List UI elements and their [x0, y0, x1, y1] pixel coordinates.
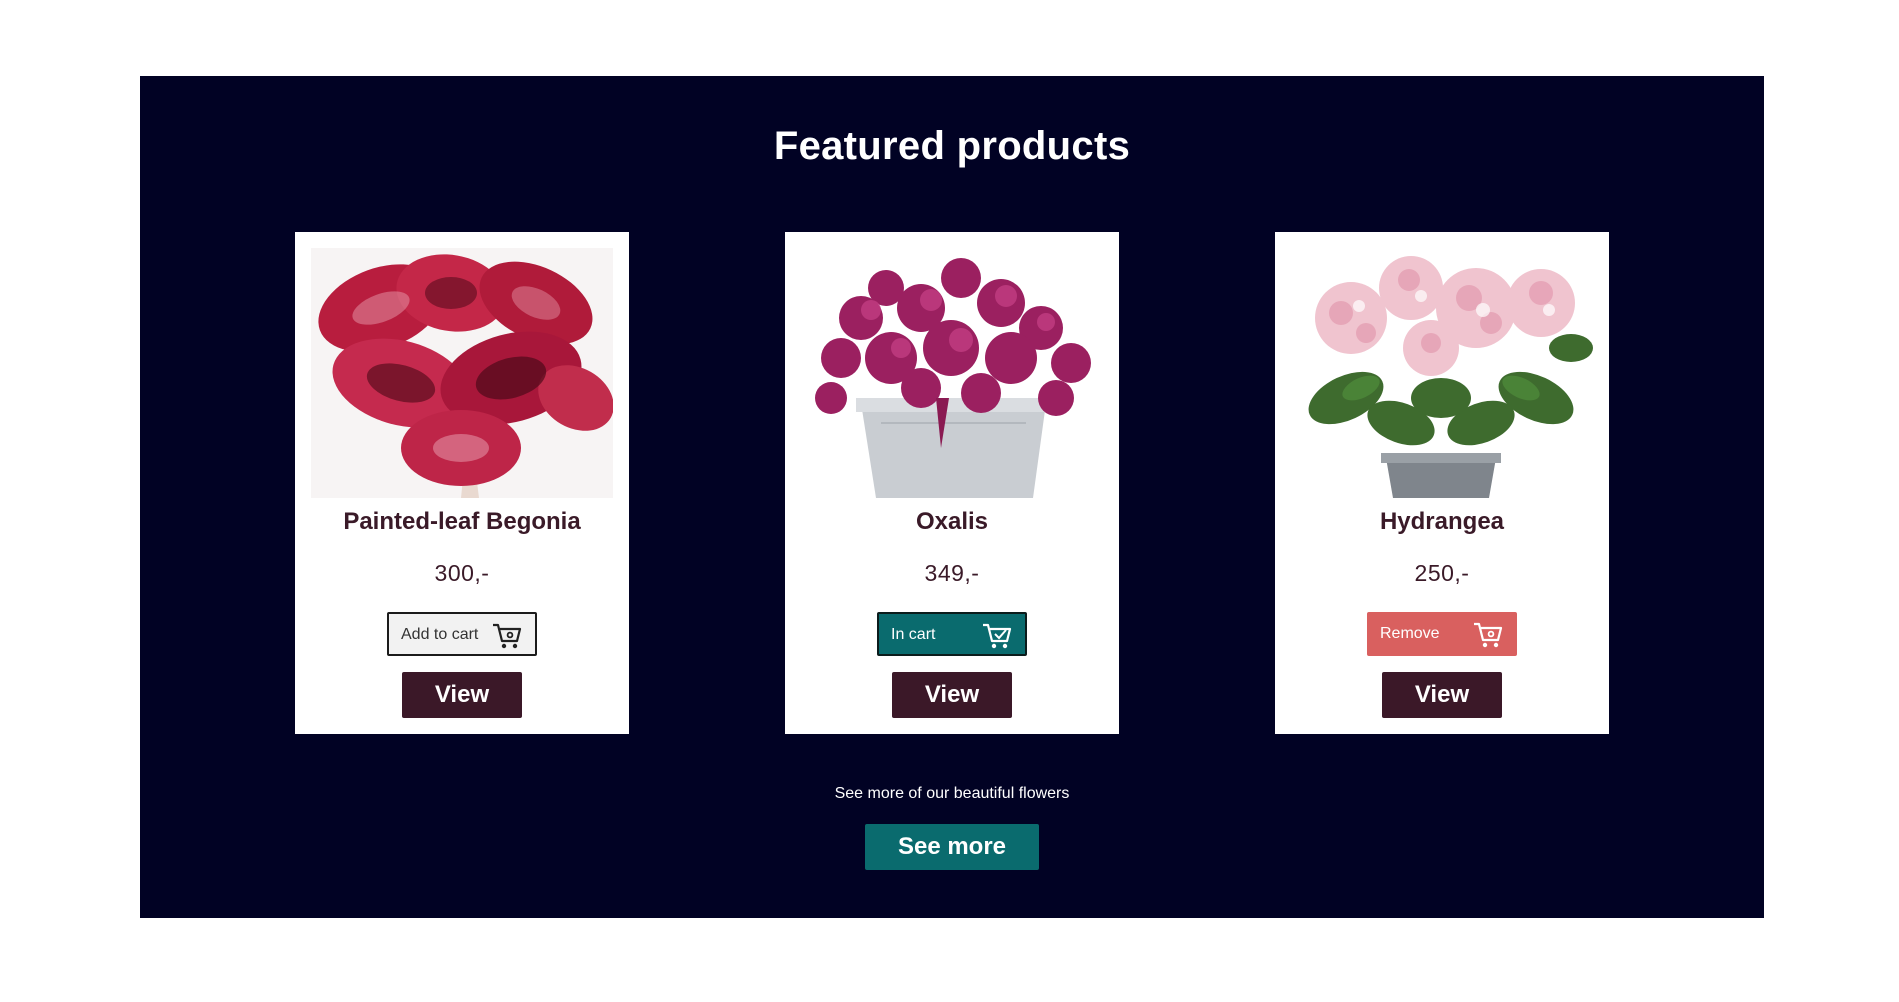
- cart-button-label: Add to cart: [401, 626, 479, 643]
- view-button[interactable]: View: [892, 672, 1012, 718]
- remove-from-cart-button[interactable]: Remove: [1367, 612, 1517, 656]
- in-cart-button[interactable]: In cart: [877, 612, 1027, 656]
- cart-button-label: In cart: [891, 626, 936, 643]
- cart-check-icon: [983, 623, 1012, 649]
- product-card-hydrangea: Hydrangea 250,- Remove View: [1275, 232, 1609, 734]
- shopping-cart-icon: [493, 623, 522, 649]
- view-button[interactable]: View: [1382, 672, 1502, 718]
- product-price: 349,-: [924, 560, 980, 586]
- see-more-button[interactable]: See more: [865, 824, 1039, 870]
- product-image-begonia: [311, 248, 613, 498]
- product-name: Painted-leaf Begonia: [343, 508, 581, 535]
- shopping-cart-icon: [1474, 622, 1503, 648]
- view-button[interactable]: View: [402, 672, 522, 718]
- product-price: 300,-: [434, 560, 490, 586]
- product-image-hydrangea: [1291, 248, 1593, 498]
- cart-button-label: Remove: [1380, 625, 1440, 642]
- section-title: Featured products: [773, 124, 1131, 168]
- product-price: 250,-: [1414, 560, 1470, 586]
- add-to-cart-button[interactable]: Add to cart: [387, 612, 537, 656]
- product-name: Hydrangea: [1379, 508, 1505, 535]
- see-more-text: See more of our beautiful flowers: [834, 785, 1070, 802]
- product-card-oxalis: Oxalis 349,- In cart View: [785, 232, 1119, 734]
- product-card-begonia: Painted-leaf Begonia 300,- Add to cart V…: [295, 232, 629, 734]
- featured-products-section: Featured products Painted-leaf Begonia 3…: [140, 76, 1764, 918]
- product-image-oxalis: [801, 248, 1103, 498]
- product-name: Oxalis: [915, 508, 989, 535]
